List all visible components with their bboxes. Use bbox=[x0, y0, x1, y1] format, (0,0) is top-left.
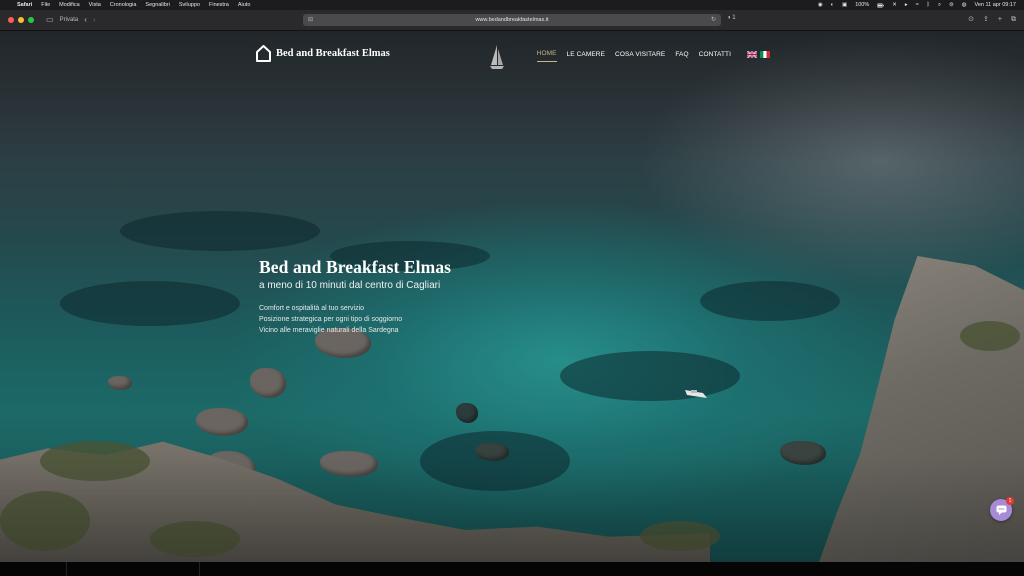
nav-contatti[interactable]: CONTATTI bbox=[699, 51, 731, 62]
hero-section: Bed and Breakfast Elmas HOME LE CAMERE C… bbox=[0, 31, 1024, 562]
main-nav: HOME LE CAMERE COSA VISITARE FAQ CONTATT… bbox=[527, 50, 770, 62]
logo-text: Bed and Breakfast Elmas bbox=[276, 48, 390, 59]
feature-list: Comfort e ospitalità al tuo servizio Pos… bbox=[259, 303, 451, 336]
privacy-report-icon[interactable]: ◑ 1 bbox=[727, 15, 736, 21]
menu-modifica[interactable]: Modifica bbox=[59, 2, 79, 8]
house-logo-icon bbox=[256, 45, 271, 62]
wifi-icon[interactable]: ≈ bbox=[916, 2, 919, 8]
nav-faq[interactable]: FAQ bbox=[675, 51, 688, 62]
play-icon[interactable]: ▸ bbox=[905, 2, 908, 8]
chat-icon bbox=[996, 505, 1006, 515]
url-text[interactable]: www.bedandbreakfastelmas.it bbox=[475, 17, 548, 23]
mute-icon[interactable]: ✕ bbox=[892, 2, 897, 8]
menu-aiuto[interactable]: Aiuto bbox=[238, 2, 251, 8]
hero-subtitle: a meno di 10 minuti dal centro di Caglia… bbox=[259, 280, 441, 291]
reload-icon[interactable]: ↻ bbox=[711, 16, 716, 23]
image-overlay bbox=[0, 31, 1024, 562]
macos-menubar: Safari File Modifica Vista Cronologia Se… bbox=[0, 0, 1024, 10]
feature-item: Comfort e ospitalità al tuo servizio bbox=[259, 305, 365, 312]
downloads-icon[interactable]: ⊙ bbox=[968, 15, 974, 25]
menu-segnalibri[interactable]: Segnalibri bbox=[145, 2, 169, 8]
new-tab-icon[interactable]: + bbox=[998, 15, 1002, 25]
menu-cronologia[interactable]: Cronologia bbox=[110, 2, 137, 8]
tab-overview-icon[interactable]: ⧉ bbox=[1011, 15, 1016, 25]
control-center-icon[interactable]: ⊜ bbox=[949, 2, 954, 8]
menu-finestra[interactable]: Finestra bbox=[209, 2, 229, 8]
nav-cosa-visitare[interactable]: COSA VISITARE bbox=[615, 51, 665, 62]
forward-button[interactable]: › bbox=[93, 15, 96, 25]
language-switcher bbox=[747, 50, 770, 58]
status-app-icon[interactable]: ◐ bbox=[831, 2, 834, 8]
status-app-icon[interactable]: ◉ bbox=[818, 2, 823, 8]
chat-notification-badge: 1 bbox=[1006, 497, 1014, 505]
zoom-window-button[interactable] bbox=[28, 17, 34, 23]
browser-toolbar: ▭ Privata ‹ › ⊟ www.bedandbreakfastelmas… bbox=[0, 10, 1024, 31]
close-window-button[interactable] bbox=[8, 17, 14, 23]
status-app-icon[interactable]: ▣ bbox=[842, 2, 847, 8]
bottom-bar bbox=[0, 562, 1024, 576]
page-settings-icon[interactable]: ⊟ bbox=[308, 16, 313, 23]
menu-sviluppo[interactable]: Sviluppo bbox=[179, 2, 200, 8]
battery-percent: 100% bbox=[855, 2, 870, 8]
site-header: Bed and Breakfast Elmas HOME LE CAMERE C… bbox=[256, 45, 770, 65]
menu-file[interactable]: File bbox=[41, 2, 50, 8]
window-controls bbox=[0, 17, 34, 23]
back-button[interactable]: ‹ bbox=[84, 15, 87, 25]
italy-flag-icon[interactable] bbox=[760, 50, 770, 58]
minimize-window-button[interactable] bbox=[18, 17, 24, 23]
nav-home[interactable]: HOME bbox=[536, 50, 557, 62]
privacy-count: 1 bbox=[732, 15, 736, 21]
address-bar[interactable]: ⊟ www.bedandbreakfastelmas.it ↻ bbox=[303, 14, 721, 26]
search-icon[interactable]: ⌕ bbox=[938, 2, 941, 9]
datetime[interactable]: Ven 11 apr 09:17 bbox=[975, 2, 1017, 8]
feature-item: Vicino alle meraviglie naturali della Sa… bbox=[259, 327, 399, 334]
nav-le-camere[interactable]: LE CAMERE bbox=[567, 51, 605, 62]
siri-icon[interactable]: ◍ bbox=[962, 2, 967, 8]
private-label: Privata bbox=[59, 17, 79, 23]
site-logo[interactable]: Bed and Breakfast Elmas bbox=[256, 45, 390, 62]
battery-icon[interactable] bbox=[877, 3, 885, 8]
bottom-segment bbox=[67, 562, 200, 576]
menu-vista[interactable]: Vista bbox=[89, 2, 101, 8]
sidebar-toggle-icon[interactable]: ▭ bbox=[46, 15, 54, 25]
hero-content: Bed and Breakfast Elmas a meno di 10 min… bbox=[259, 257, 451, 336]
feature-item: Posizione strategica per ogni tipo di so… bbox=[259, 316, 403, 323]
bluetooth-icon[interactable]: ᛒ bbox=[927, 2, 930, 8]
uk-flag-icon[interactable] bbox=[747, 50, 757, 58]
menu-app-name[interactable]: Safari bbox=[17, 2, 32, 8]
hero-title: Bed and Breakfast Elmas bbox=[259, 257, 452, 277]
bottom-segment bbox=[0, 562, 67, 576]
share-icon[interactable]: ⇪ bbox=[983, 15, 989, 25]
